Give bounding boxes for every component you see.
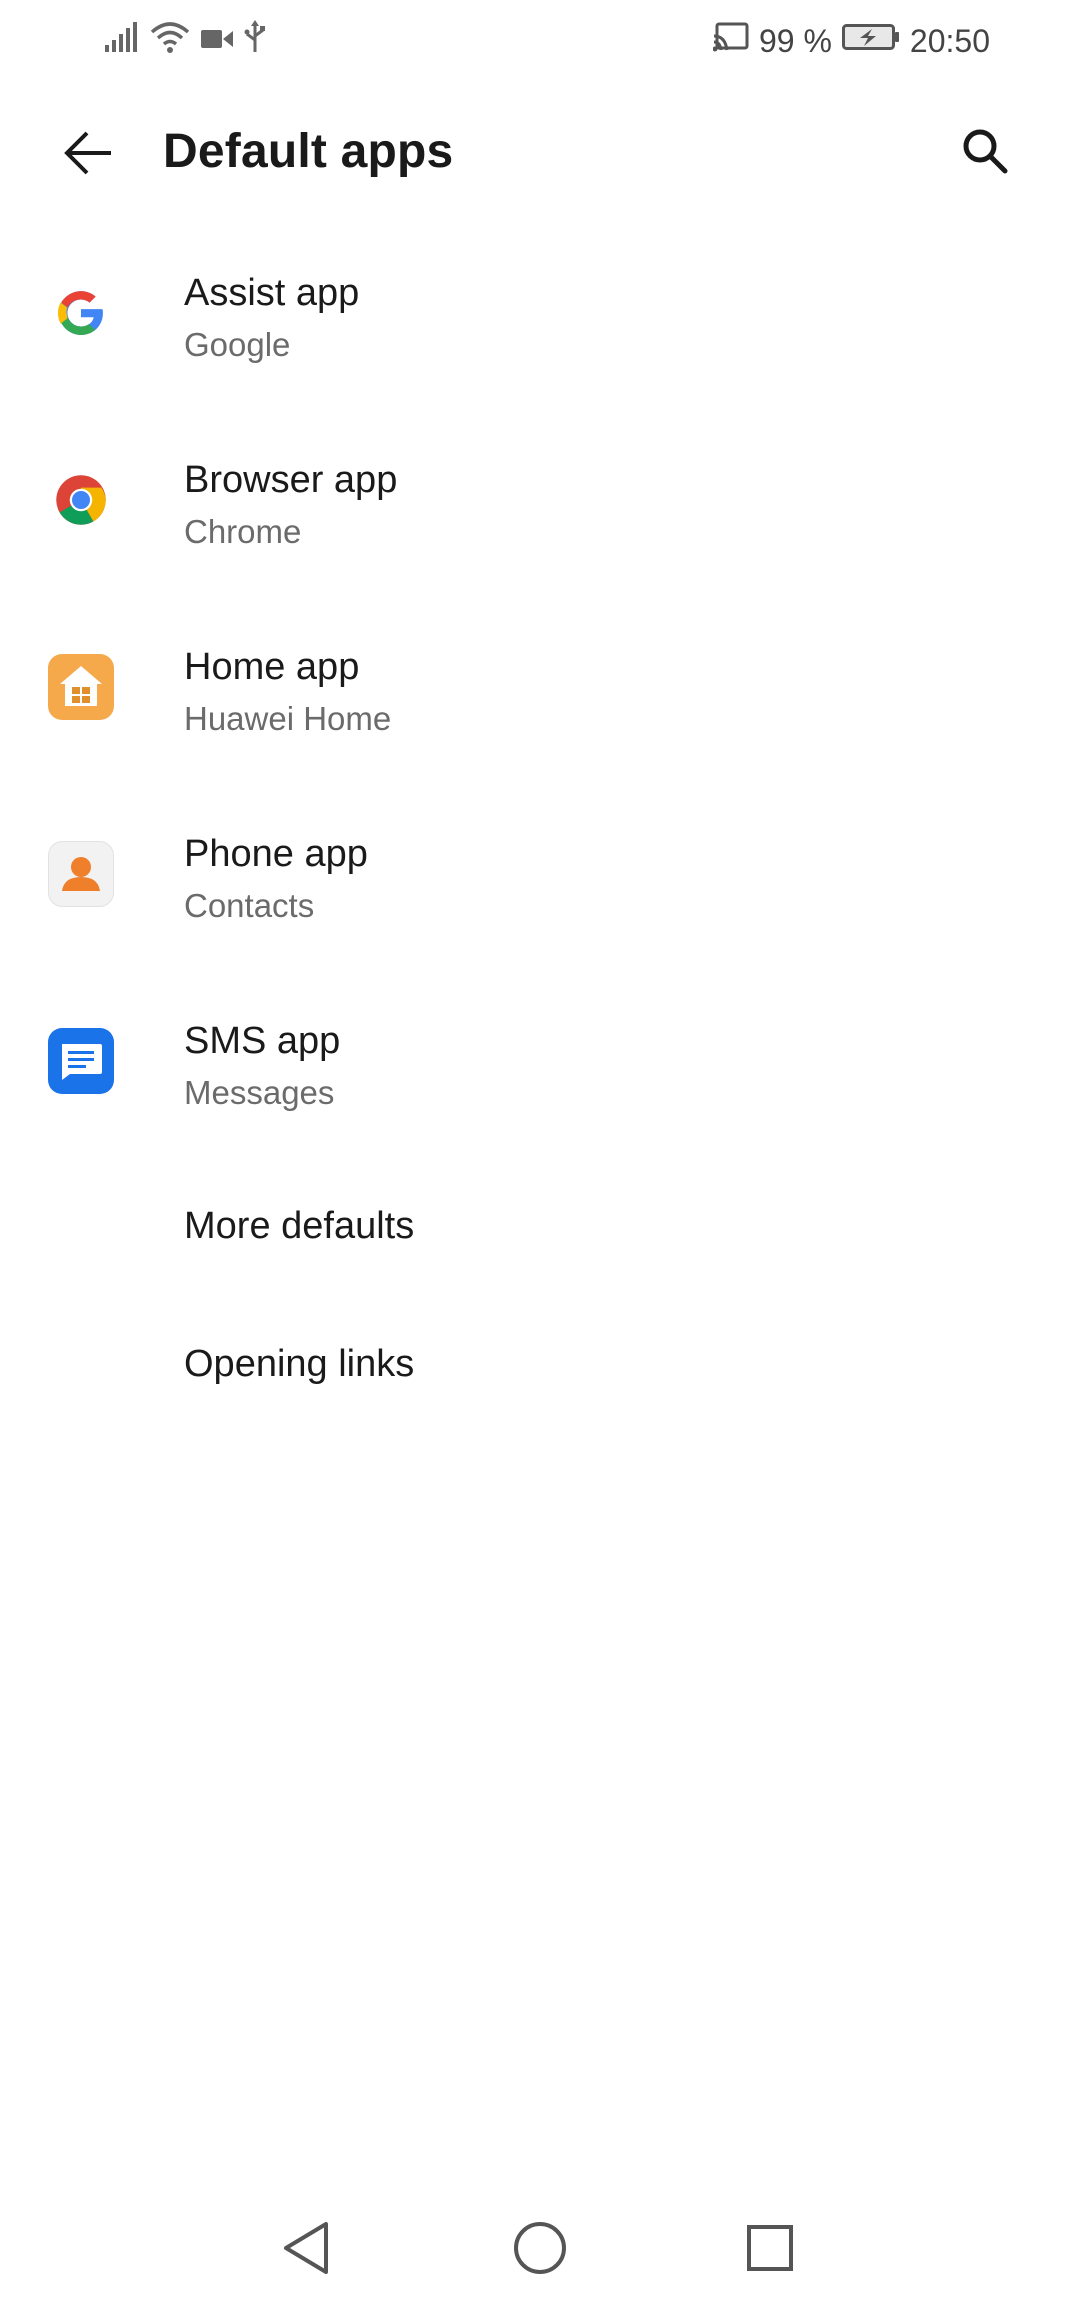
item-subtitle: Google <box>184 326 291 363</box>
item-subtitle: Messages <box>184 1074 335 1111</box>
item-subtitle: Contacts <box>184 887 315 924</box>
item-title: SMS app <box>184 1020 341 1062</box>
list-item-assist-app[interactable]: Assist app Google <box>0 230 1080 417</box>
item-title: More defaults <box>184 1205 415 1247</box>
chrome-icon <box>48 467 114 533</box>
search-icon <box>961 127 1009 180</box>
usb-icon <box>244 20 266 62</box>
huawei-home-icon <box>48 654 114 720</box>
item-title: Browser app <box>184 459 398 501</box>
list-item-sms-app[interactable]: SMS app Messages <box>0 978 1080 1165</box>
video-icon <box>200 23 234 59</box>
item-title: Home app <box>184 646 360 688</box>
list-item-opening-links[interactable]: Opening links <box>0 1303 1080 1441</box>
wifi-icon <box>150 20 190 62</box>
arrow-left-icon <box>63 127 115 184</box>
list-item-browser-app[interactable]: Browser app Chrome <box>0 417 1080 604</box>
list-item-more-defaults[interactable]: More defaults <box>0 1165 1080 1303</box>
list-item-home-app[interactable]: Home app Huawei Home <box>0 604 1080 791</box>
signal-icon <box>104 21 140 61</box>
item-title: Assist app <box>184 272 360 314</box>
nav-back-button[interactable] <box>266 2210 346 2290</box>
search-button[interactable] <box>952 120 1018 186</box>
messages-icon <box>48 1028 114 1094</box>
status-right: 99 % 20:50 <box>712 20 990 62</box>
item-title: Opening links <box>184 1343 415 1385</box>
item-subtitle: Huawei Home <box>184 700 392 737</box>
nav-home-button[interactable] <box>500 2210 580 2290</box>
item-title: Phone app <box>184 833 368 875</box>
cast-icon <box>712 22 749 60</box>
nav-recents-button[interactable] <box>730 2210 810 2290</box>
screen: 99 % 20:50 Default apps Assist app Googl… <box>0 0 1080 2312</box>
default-apps-list: Assist app Google Browser app Chrome Hom… <box>0 230 1080 1441</box>
clock-time: 20:50 <box>909 22 990 59</box>
page-title: Default apps <box>163 125 454 178</box>
contacts-icon <box>48 841 114 907</box>
list-item-phone-app[interactable]: Phone app Contacts <box>0 791 1080 978</box>
google-icon <box>48 280 114 346</box>
back-button[interactable] <box>56 122 122 188</box>
app-bar: Default apps <box>0 100 1080 210</box>
battery-percent: 99 % <box>758 22 832 59</box>
home-circle-icon <box>510 2218 570 2283</box>
status-bar: 99 % 20:50 <box>0 0 1080 80</box>
item-subtitle: Chrome <box>184 513 302 550</box>
recents-square-icon <box>742 2220 798 2281</box>
back-triangle-icon <box>278 2218 334 2283</box>
battery-charging-icon <box>841 23 900 59</box>
status-left <box>104 20 266 62</box>
navigation-bar <box>0 2190 1080 2312</box>
